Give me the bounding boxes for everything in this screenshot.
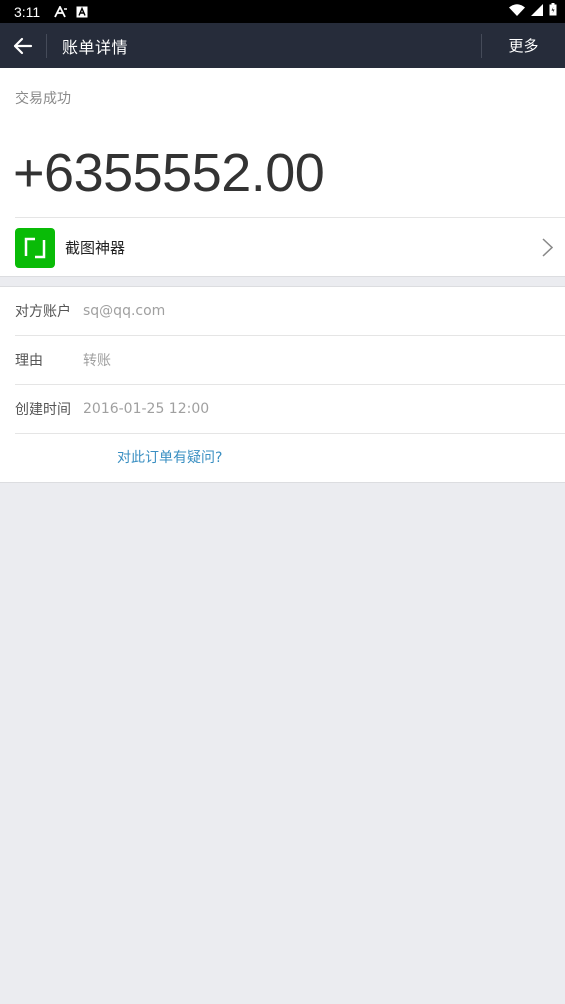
- detail-label: 创建时间: [15, 402, 71, 418]
- notification-icon-a: [54, 5, 68, 18]
- page-title: 账单详情: [62, 37, 129, 57]
- status-icons: [509, 3, 557, 20]
- merchant-name: 截图神器: [65, 239, 126, 257]
- merchant-logo-icon: [15, 227, 55, 268]
- transaction-details-card: 对方账户 sq@qq.com 理由 转账 创建时间 2016-01-25 12:…: [0, 286, 565, 483]
- chevron-right-icon: [542, 238, 554, 261]
- detail-row-created-time: 创建时间 2016-01-25 12:00: [15, 385, 565, 434]
- detail-row-reason: 理由 转账: [15, 336, 565, 385]
- detail-label: 理由: [15, 353, 43, 369]
- back-button[interactable]: [0, 23, 46, 68]
- detail-value: 2016-01-25 12:00: [83, 401, 210, 417]
- signal-icon: [531, 3, 543, 20]
- title-bar: 账单详情 更多: [0, 23, 565, 68]
- order-question-link[interactable]: 对此订单有疑问?: [117, 447, 222, 467]
- transaction-status: 交易成功: [15, 91, 71, 107]
- detail-label: 对方账户: [15, 304, 71, 320]
- status-bar: 3:11: [0, 0, 565, 23]
- more-button[interactable]: 更多: [482, 23, 565, 68]
- transaction-summary-card: 交易成功 +6355552.00 截图神器: [0, 68, 565, 277]
- detail-row-account: 对方账户 sq@qq.com: [15, 287, 565, 336]
- transaction-amount: +6355552.00: [13, 143, 325, 203]
- detail-value: 转账: [83, 353, 111, 369]
- wifi-icon: [509, 3, 525, 20]
- title-divider: [46, 33, 47, 58]
- notification-icon-b: [76, 6, 88, 18]
- back-arrow-icon: [13, 37, 33, 54]
- battery-icon: [549, 3, 557, 20]
- status-time: 3:11: [14, 3, 41, 20]
- merchant-row[interactable]: 截图神器: [15, 217, 565, 277]
- detail-value: sq@qq.com: [83, 303, 166, 319]
